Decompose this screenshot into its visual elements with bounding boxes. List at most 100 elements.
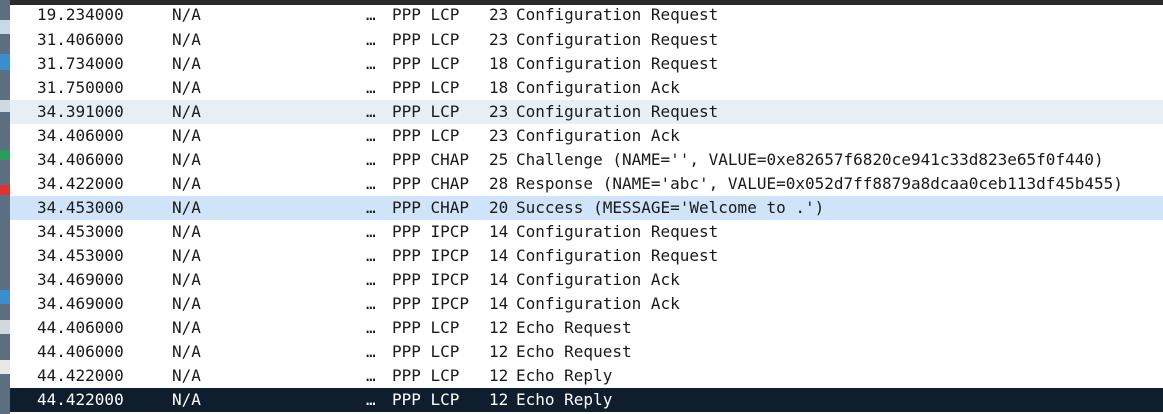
packet-info: Configuration Request bbox=[516, 54, 719, 73]
packet-info: Echo Reply bbox=[516, 366, 613, 385]
packet-info: Challenge (NAME='', VALUE=0xe82657f6820c… bbox=[516, 150, 1104, 169]
packet-length: 12 bbox=[489, 342, 509, 361]
truncated-column: … bbox=[366, 78, 376, 97]
truncated-column: … bbox=[366, 54, 376, 73]
packet-info: Response (NAME='abc', VALUE=0x052d7ff887… bbox=[516, 174, 1123, 193]
packet-length: 23 bbox=[489, 30, 509, 49]
packet-time: 44.406000 bbox=[37, 342, 124, 361]
packet-info: Configuration Ack bbox=[516, 78, 680, 97]
packet-length: 14 bbox=[489, 222, 509, 241]
packet-time: 34.453000 bbox=[37, 198, 124, 217]
truncated-column: … bbox=[366, 30, 376, 49]
packet-protocol: PPP LCP bbox=[392, 5, 460, 24]
packet-protocol: PPP LCP bbox=[392, 390, 460, 409]
packet-time: 34.453000 bbox=[37, 246, 124, 265]
packet-length: 25 bbox=[489, 150, 509, 169]
packet-destination: N/A bbox=[172, 390, 201, 409]
truncated-column: … bbox=[366, 390, 376, 409]
packet-destination: N/A bbox=[172, 126, 201, 145]
packet-info: Configuration Request bbox=[516, 5, 719, 24]
packet-protocol: PPP IPCP bbox=[392, 294, 470, 313]
packet-row[interactable]: 34.453000 N/A … PPP CHAP 20 Success (MESSAGE=… bbox=[10, 196, 1163, 220]
packet-destination: N/A bbox=[172, 246, 201, 265]
packet-protocol: PPP IPCP bbox=[392, 222, 470, 241]
packet-length: 12 bbox=[489, 318, 509, 337]
truncated-column: … bbox=[366, 174, 376, 193]
truncated-column: … bbox=[366, 246, 376, 265]
packet-protocol: PPP CHAP bbox=[392, 198, 470, 217]
truncated-column: … bbox=[366, 102, 376, 121]
packet-info: Echo Request bbox=[516, 342, 632, 361]
packet-time: 44.422000 bbox=[37, 390, 124, 409]
packet-time: 44.406000 bbox=[37, 318, 124, 337]
truncated-column: … bbox=[366, 342, 376, 361]
truncated-column: … bbox=[366, 294, 376, 313]
packet-protocol: PPP IPCP bbox=[392, 270, 470, 289]
packet-protocol: PPP LCP bbox=[392, 342, 460, 361]
packet-info: Configuration Request bbox=[516, 102, 719, 121]
packet-row[interactable]: 44.422000 N/A … PPP LCP 12 Echo Reply bbox=[10, 388, 1163, 412]
packet-info: Echo Request bbox=[516, 318, 632, 337]
packet-destination: N/A bbox=[172, 318, 201, 337]
packet-protocol: PPP LCP bbox=[392, 30, 460, 49]
packet-destination: N/A bbox=[172, 222, 201, 241]
packet-row[interactable]: 44.406000 N/A … PPP LCP 12 Echo Request bbox=[10, 316, 1163, 340]
packet-list[interactable]: 19.234000 N/A … PPP LCP 23 Configuration Requ… bbox=[10, 0, 1163, 414]
packet-row[interactable]: 34.406000 N/A … PPP LCP 23 Configuration Ack bbox=[10, 124, 1163, 148]
packet-destination: N/A bbox=[172, 366, 201, 385]
truncated-column: … bbox=[366, 198, 376, 217]
packet-row[interactable]: 34.453000 N/A … PPP IPCP 14 Configuration Req… bbox=[10, 244, 1163, 268]
packet-row[interactable]: 34.406000 N/A … PPP CHAP 25 Challenge (NAME='… bbox=[10, 148, 1163, 172]
packet-destination: N/A bbox=[172, 102, 201, 121]
packet-row[interactable]: 19.234000 N/A … PPP LCP 23 Configuration Requ… bbox=[10, 0, 1163, 28]
packet-info: Configuration Request bbox=[516, 246, 719, 265]
truncated-column: … bbox=[366, 126, 376, 145]
packet-protocol: PPP LCP bbox=[392, 102, 460, 121]
packet-row[interactable]: 34.453000 N/A … PPP IPCP 14 Configuration Req… bbox=[10, 220, 1163, 244]
packet-protocol: PPP IPCP bbox=[392, 246, 470, 265]
truncated-column: … bbox=[366, 270, 376, 289]
packet-length: 18 bbox=[489, 78, 509, 97]
packet-length: 28 bbox=[489, 174, 509, 193]
packet-info: Configuration Ack bbox=[516, 126, 680, 145]
packet-destination: N/A bbox=[172, 54, 201, 73]
truncated-column: … bbox=[366, 222, 376, 241]
desktop-edge-strip bbox=[0, 0, 10, 414]
packet-info: Configuration Request bbox=[516, 222, 719, 241]
packet-info: Success (MESSAGE='Welcome to .') bbox=[516, 198, 825, 217]
packet-length: 14 bbox=[489, 294, 509, 313]
packet-destination: N/A bbox=[172, 294, 201, 313]
packet-length: 12 bbox=[489, 366, 509, 385]
packet-time: 34.406000 bbox=[37, 126, 124, 145]
truncated-column: … bbox=[366, 5, 376, 24]
packet-time: 34.453000 bbox=[37, 222, 124, 241]
packet-time: 34.469000 bbox=[37, 270, 124, 289]
packet-row[interactable]: 31.734000 N/A … PPP LCP 18 Configuration Requ… bbox=[10, 52, 1163, 76]
packet-length: 20 bbox=[489, 198, 509, 217]
packet-destination: N/A bbox=[172, 30, 201, 49]
packet-destination: N/A bbox=[172, 174, 201, 193]
packet-time: 34.406000 bbox=[37, 150, 124, 169]
packet-length: 23 bbox=[489, 5, 509, 24]
packet-time: 31.734000 bbox=[37, 54, 124, 73]
truncated-column: … bbox=[366, 318, 376, 337]
packet-length: 18 bbox=[489, 54, 509, 73]
packet-row[interactable]: 31.406000 N/A … PPP LCP 23 Configuration Requ… bbox=[10, 28, 1163, 52]
packet-length: 14 bbox=[489, 246, 509, 265]
packet-protocol: PPP CHAP bbox=[392, 150, 470, 169]
packet-time: 44.422000 bbox=[37, 366, 124, 385]
packet-time: 34.469000 bbox=[37, 294, 124, 313]
packet-row[interactable]: 34.422000 N/A … PPP CHAP 28 Response (NAME='a… bbox=[10, 172, 1163, 196]
packet-protocol: PPP LCP bbox=[392, 78, 460, 97]
packet-row[interactable]: 44.422000 N/A … PPP LCP 12 Echo Reply bbox=[10, 364, 1163, 388]
packet-row[interactable]: 34.391000 N/A … PPP LCP 23 Configuration Requ… bbox=[10, 100, 1163, 124]
packet-row[interactable]: 31.750000 N/A … PPP LCP 18 Configuration Ack bbox=[10, 76, 1163, 100]
packet-row[interactable]: 34.469000 N/A … PPP IPCP 14 Configuration Ack bbox=[10, 268, 1163, 292]
packet-destination: N/A bbox=[172, 270, 201, 289]
packet-info: Configuration Ack bbox=[516, 294, 680, 313]
packet-row[interactable]: 44.406000 N/A … PPP LCP 12 Echo Request bbox=[10, 340, 1163, 364]
packet-protocol: PPP LCP bbox=[392, 126, 460, 145]
packet-row[interactable]: 34.469000 N/A … PPP IPCP 14 Configuration Ack bbox=[10, 292, 1163, 316]
packet-length: 12 bbox=[489, 390, 509, 409]
truncated-column: … bbox=[366, 366, 376, 385]
